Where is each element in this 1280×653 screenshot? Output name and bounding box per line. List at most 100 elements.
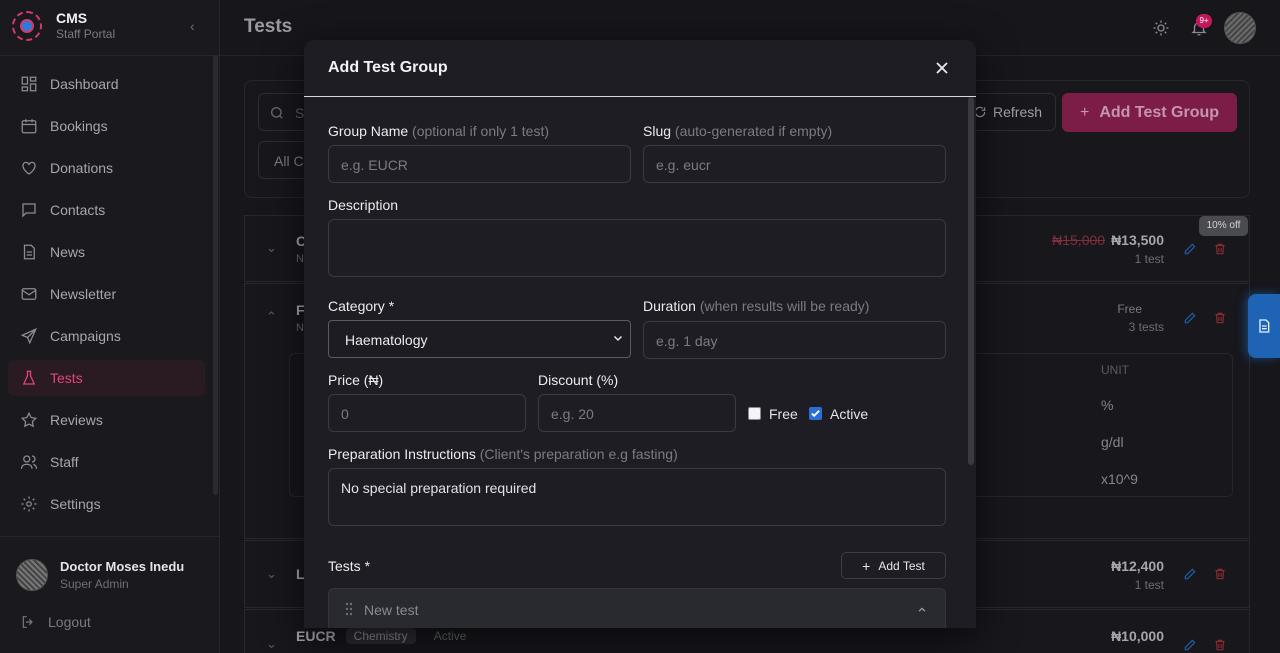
sidebar-item-contacts[interactable]: Contacts <box>8 192 205 228</box>
modal-header: Add Test Group <box>304 40 976 97</box>
unit-cell: x10^9 <box>1101 471 1138 487</box>
column-header-unit: UNIT <box>1101 363 1129 377</box>
add-test-button[interactable]: + Add Test <box>841 552 946 579</box>
plus-icon: + <box>862 557 871 574</box>
chevron-down-icon[interactable]: ⌄ <box>266 566 277 582</box>
preparation-textarea[interactable]: No special preparation required <box>328 468 946 526</box>
description-textarea[interactable] <box>328 219 946 277</box>
active-checkbox[interactable] <box>809 407 822 420</box>
group-name-input[interactable]: e.g. EUCR <box>328 145 631 183</box>
sidebar-item-staff[interactable]: Staff <box>8 444 205 480</box>
duration-input[interactable]: e.g. 1 day <box>643 321 946 359</box>
add-test-group-button[interactable]: + Add Test Group <box>1062 93 1237 132</box>
chevron-down-icon <box>613 335 623 342</box>
star-icon <box>20 411 38 428</box>
brand-logo <box>12 10 42 41</box>
sidebar-item-dashboard[interactable]: Dashboard <box>8 66 205 102</box>
card-price: Free 3 tests <box>1117 302 1164 334</box>
sidebar-item-news[interactable]: News <box>8 234 205 270</box>
chevron-down-icon[interactable]: ⌄ <box>266 240 277 256</box>
chevron-down-icon[interactable]: ⌄ <box>266 636 277 652</box>
dashboard-icon <box>21 76 37 92</box>
calendar-icon <box>21 119 37 134</box>
category-select[interactable]: Haematology <box>328 320 631 358</box>
brand-subtitle: Staff Portal <box>56 27 116 41</box>
price-label: Price (₦) <box>328 372 384 388</box>
test-count: 1 test <box>1134 252 1164 266</box>
edit-icon[interactable] <box>1183 311 1197 325</box>
header-avatar[interactable] <box>1224 12 1256 44</box>
trash-icon[interactable] <box>1213 311 1227 325</box>
sidebar-scrollbar[interactable] <box>213 55 218 495</box>
edit-icon[interactable] <box>1183 242 1197 256</box>
price: ₦12,400 <box>1111 558 1164 574</box>
sidebar-item-bookings[interactable]: Bookings <box>8 108 205 144</box>
test-item[interactable]: New test <box>328 588 946 628</box>
divider <box>0 55 219 56</box>
unit-cell: g/dl <box>1101 434 1124 450</box>
sidebar-item-label: Newsletter <box>50 286 117 302</box>
sidebar-item-label: Reviews <box>50 412 103 428</box>
refresh-button[interactable]: Refresh <box>964 93 1056 131</box>
sidebar-nav: Dashboard Bookings Donations Contacts Ne… <box>8 66 205 528</box>
slug-input[interactable]: e.g. eucr <box>643 145 946 183</box>
user-name: Doctor Moses Inedu <box>60 559 185 574</box>
card-sub-fragment: N <box>296 253 304 265</box>
logout-button[interactable]: Logout <box>20 614 91 630</box>
sidebar-item-label: Settings <box>50 496 101 512</box>
heart-icon <box>22 161 36 175</box>
card-name: EUCR <box>296 628 336 644</box>
modal-title: Add Test Group <box>328 59 448 76</box>
user-role: Super Admin <box>60 577 129 591</box>
brand-title: CMS <box>56 10 88 26</box>
discount-label: Discount (%) <box>538 372 619 388</box>
sidebar-item-label: Contacts <box>50 202 106 218</box>
chevron-left-icon[interactable]: ‹ <box>190 18 195 34</box>
sidebar-item-donations[interactable]: Donations <box>8 150 205 186</box>
drag-handle-icon[interactable] <box>345 602 353 616</box>
description-label: Description <box>328 197 399 213</box>
checkmark-icon <box>811 410 820 418</box>
free-label: Free <box>769 406 798 422</box>
document-icon <box>23 244 35 260</box>
trash-icon[interactable] <box>1213 567 1227 581</box>
users-icon <box>20 455 38 469</box>
user-profile[interactable]: Doctor Moses Inedu Super Admin <box>16 559 184 591</box>
chevron-up-icon[interactable]: ⌃ <box>266 309 277 325</box>
unit-cell: % <box>1101 397 1114 413</box>
sidebar-item-settings[interactable]: Settings <box>8 486 205 522</box>
modal-scrollbar[interactable] <box>968 97 974 465</box>
card-price: ₦15,000 ₦13,500 1 test <box>1052 232 1164 266</box>
edit-icon[interactable] <box>1183 567 1197 581</box>
trash-icon[interactable] <box>1213 638 1227 652</box>
sun-icon[interactable] <box>1152 19 1170 37</box>
brand[interactable]: CMS Staff Portal <box>12 10 115 41</box>
divider <box>0 536 219 537</box>
discount-input[interactable]: e.g. 20 <box>538 394 736 432</box>
sidebar-item-reviews[interactable]: Reviews <box>8 402 205 438</box>
search-placeholder: S <box>295 105 305 121</box>
category-label: Category * <box>328 298 395 314</box>
chat-icon <box>22 203 36 218</box>
sidebar-item-label: Dashboard <box>50 76 119 92</box>
category-badge: Chemistry <box>345 628 416 644</box>
sidebar-item-label: Donations <box>50 160 114 176</box>
chevron-up-icon[interactable] <box>917 605 927 615</box>
free-checkbox[interactable] <box>748 407 761 420</box>
test-count: 1 test <box>1134 578 1164 592</box>
sidebar-item-tests[interactable]: Tests <box>8 360 205 396</box>
page-title: Tests <box>244 16 293 37</box>
trash-icon[interactable] <box>1213 242 1227 256</box>
price-input[interactable]: 0 <box>328 394 526 432</box>
edit-icon[interactable] <box>1183 638 1197 652</box>
slug-label: Slug (auto-generated if empty) <box>643 123 833 139</box>
close-icon[interactable] <box>932 58 952 78</box>
sidebar-item-campaigns[interactable]: Campaigns <box>8 318 205 354</box>
floating-document-button[interactable] <box>1248 294 1280 358</box>
card-price: ₦10,000 <box>1111 628 1164 644</box>
price: Free <box>1117 302 1142 316</box>
duration-label: Duration (when results will be ready) <box>643 298 870 314</box>
sidebar: CMS Staff Portal ‹ Dashboard Bookings Do… <box>0 0 220 653</box>
preparation-label: Preparation Instructions (Client's prepa… <box>328 446 678 462</box>
sidebar-item-newsletter[interactable]: Newsletter <box>8 276 205 312</box>
